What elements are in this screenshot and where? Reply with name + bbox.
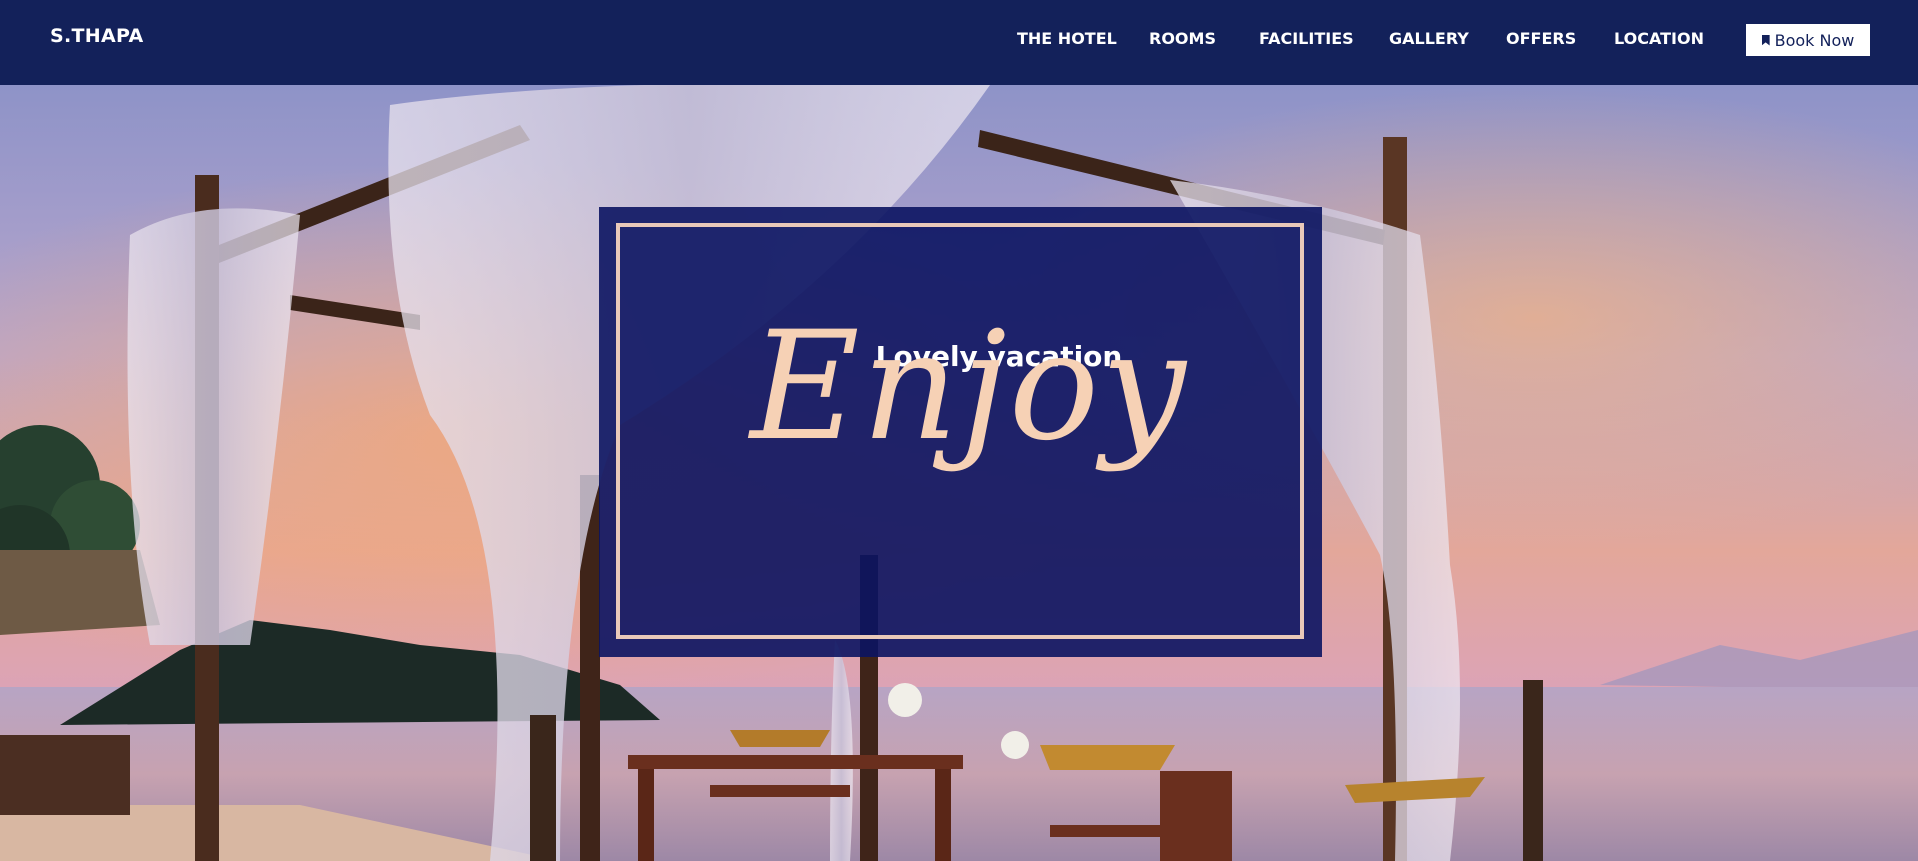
- bookmark-icon: [1761, 34, 1770, 46]
- nav-facilities[interactable]: FACILITIES: [1259, 29, 1354, 48]
- top-navbar: S.THAPA THE HOTEL ROOMS FACILITIES GALLE…: [0, 0, 1918, 85]
- book-now-label: Book Now: [1774, 30, 1855, 50]
- brand-logo[interactable]: S.THAPA: [50, 25, 143, 47]
- nav-location[interactable]: LOCATION: [1614, 29, 1704, 48]
- nav-gallery[interactable]: GALLERY: [1389, 29, 1469, 48]
- nav-offers[interactable]: OFFERS: [1506, 29, 1576, 48]
- hero-headline: Enjoy: [750, 300, 1188, 474]
- nav-the-hotel[interactable]: THE HOTEL: [1017, 29, 1117, 48]
- book-now-button[interactable]: Book Now: [1746, 24, 1870, 56]
- nav-rooms[interactable]: ROOMS: [1149, 29, 1216, 48]
